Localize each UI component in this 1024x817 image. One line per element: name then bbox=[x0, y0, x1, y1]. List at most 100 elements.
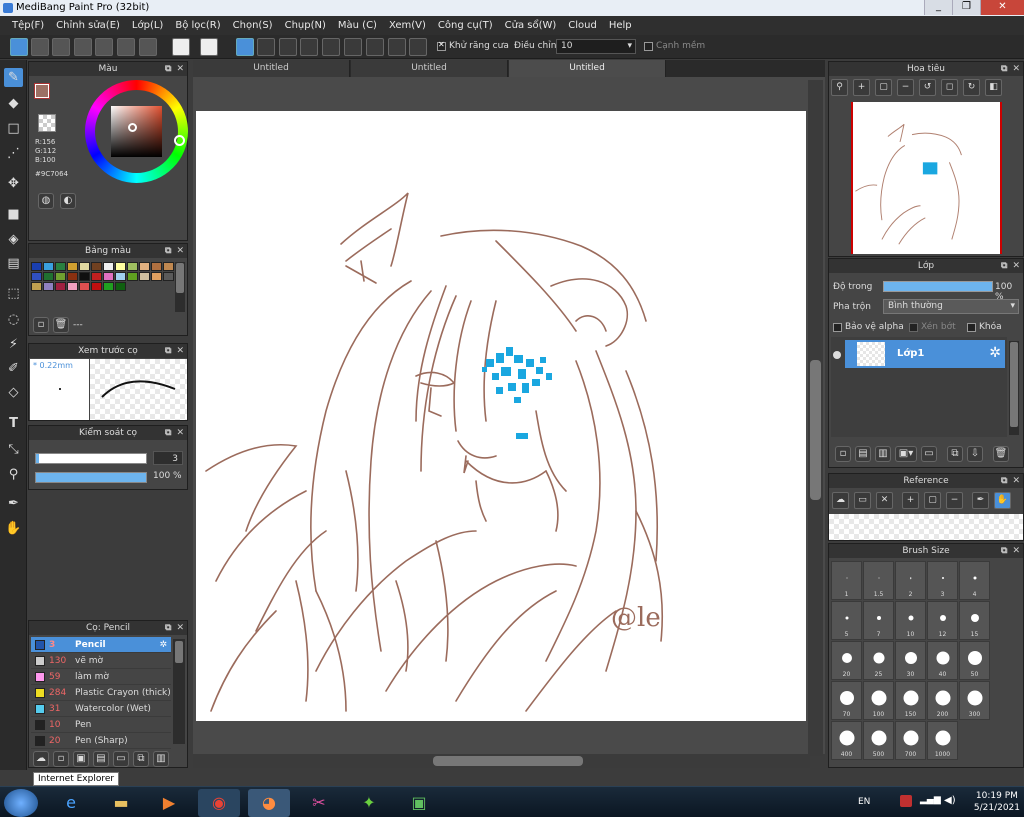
brush-size-option[interactable]: 700 bbox=[895, 721, 926, 760]
navigator-thumbnail[interactable] bbox=[851, 102, 1002, 254]
brush-size-option[interactable]: 70 bbox=[831, 681, 862, 720]
close-icon[interactable]: ✕ bbox=[1012, 546, 1020, 556]
hand-icon[interactable]: ✋ bbox=[994, 492, 1011, 509]
popout-icon[interactable]: ⧉ bbox=[1001, 546, 1007, 556]
layer-opacity-slider[interactable] bbox=[883, 281, 993, 292]
select-rect-icon[interactable]: ⬚ bbox=[4, 284, 23, 303]
drawing-canvas[interactable]: @le bbox=[196, 111, 806, 721]
snap-off-icon[interactable] bbox=[236, 38, 254, 56]
color-wheel[interactable] bbox=[85, 80, 188, 183]
undo-icon[interactable] bbox=[172, 38, 190, 56]
gear-icon[interactable]: ✲ bbox=[159, 640, 167, 650]
lasso-tool-icon[interactable]: ◌ bbox=[4, 310, 23, 329]
gear-icon[interactable]: ✲ bbox=[989, 345, 1001, 361]
protect-alpha-toggle[interactable]: Bảo vệ alpha bbox=[833, 322, 904, 332]
zoom-out-icon[interactable]: − bbox=[946, 492, 963, 509]
zoom-out-icon[interactable]: − bbox=[897, 79, 914, 96]
cloud-icon[interactable]: ☁ bbox=[832, 492, 849, 509]
palette-swatch[interactable] bbox=[127, 262, 138, 271]
palette-swatch[interactable] bbox=[55, 262, 66, 271]
smooth-edge-checkbox[interactable] bbox=[644, 41, 653, 51]
brush-size-option[interactable]: 15 bbox=[959, 601, 990, 640]
new-layer-icon[interactable]: ▫ bbox=[835, 446, 851, 462]
hand-tool-icon[interactable]: ✋ bbox=[4, 519, 23, 538]
menu-snap[interactable]: Chụp(N) bbox=[279, 20, 332, 31]
popout-icon[interactable]: ⧉ bbox=[1001, 476, 1007, 486]
file-explorer-icon[interactable]: ▬ bbox=[100, 789, 142, 817]
brush-size-option[interactable]: 150 bbox=[895, 681, 926, 720]
close-icon[interactable]: ✕ bbox=[1012, 261, 1020, 271]
minimize-button[interactable]: _ bbox=[924, 0, 952, 15]
popout-icon[interactable]: ⧉ bbox=[165, 623, 171, 633]
transparent-color-swatch[interactable] bbox=[38, 114, 56, 132]
merge-layer-icon[interactable]: ⇩ bbox=[967, 446, 983, 462]
dot-tool-icon[interactable]: ⋰ bbox=[4, 144, 23, 163]
palette-swatch[interactable] bbox=[103, 262, 114, 271]
tab-untitled-2[interactable]: Untitled bbox=[351, 60, 508, 77]
tab-untitled-3[interactable]: Untitled bbox=[509, 60, 666, 77]
brush-size-option[interactable]: 40 bbox=[927, 641, 958, 680]
eye-icon[interactable] bbox=[833, 351, 841, 359]
antialias-checkbox[interactable] bbox=[437, 40, 446, 51]
close-icon[interactable]: ✕ bbox=[176, 623, 184, 633]
circle-snap-icon[interactable] bbox=[344, 38, 362, 56]
rotate-left-icon[interactable]: ↺ bbox=[919, 79, 936, 96]
brush-size-option[interactable]: 200 bbox=[927, 681, 958, 720]
palette-swatch[interactable] bbox=[43, 282, 54, 291]
text-tool-icon[interactable]: T bbox=[4, 414, 23, 433]
grid-icon[interactable] bbox=[139, 38, 157, 56]
brush-list-item[interactable]: 284 Plastic Crayon (thick) bbox=[31, 685, 171, 701]
cloud-icon[interactable] bbox=[10, 38, 28, 56]
saturation-square[interactable] bbox=[111, 106, 162, 157]
radial-snap-icon[interactable] bbox=[322, 38, 340, 56]
app-icon[interactable]: ✦ bbox=[348, 789, 390, 817]
language-indicator[interactable]: EN bbox=[858, 797, 870, 807]
palette-swatch[interactable] bbox=[103, 282, 114, 291]
brush-size-option[interactable]: 25 bbox=[863, 641, 894, 680]
close-icon[interactable]: ✕ bbox=[176, 428, 184, 438]
trash-icon[interactable]: 🗑 bbox=[993, 446, 1009, 462]
volume-icon[interactable]: ◀) bbox=[944, 795, 956, 806]
palette-swatch[interactable] bbox=[91, 282, 102, 291]
brush-size-option[interactable]: 100 bbox=[863, 681, 894, 720]
brush-size-option[interactable]: 7 bbox=[863, 601, 894, 640]
palette-swatch[interactable] bbox=[115, 272, 126, 281]
brush-size-option[interactable]: 1.5 bbox=[863, 561, 894, 600]
brush-size-option[interactable]: 300 bbox=[959, 681, 990, 720]
open-folder-icon[interactable]: ▭ bbox=[854, 492, 871, 509]
add-layer-dropdown-icon[interactable]: ▣▾ bbox=[895, 446, 917, 462]
screen-tool-icon[interactable]: ▣ bbox=[398, 789, 440, 817]
adjust-select[interactable]: 10 ▾ bbox=[556, 39, 636, 54]
close-icon[interactable]: ✕ bbox=[1012, 476, 1020, 486]
brush-size-option[interactable]: 2 bbox=[895, 561, 926, 600]
brush-settings-icon[interactable]: ▤ bbox=[93, 751, 109, 767]
magic-wand-icon[interactable]: ⚡ bbox=[4, 335, 23, 354]
sv-picker[interactable] bbox=[128, 123, 137, 132]
brush-size-option[interactable]: 4 bbox=[959, 561, 990, 600]
vanishing-snap-icon[interactable] bbox=[300, 38, 318, 56]
brush-list-item[interactable]: 20 Pen (Sharp) bbox=[31, 733, 171, 749]
palette-swatch[interactable] bbox=[55, 272, 66, 281]
panel-icon[interactable] bbox=[117, 38, 135, 56]
duplicate-layer-icon[interactable]: ⧉ bbox=[947, 446, 963, 462]
duplicate-brush-icon[interactable]: ⧉ bbox=[133, 751, 149, 767]
antivirus-icon[interactable] bbox=[900, 795, 912, 807]
popout-icon[interactable]: ⧉ bbox=[1001, 64, 1007, 74]
brush-tool-icon[interactable]: ✎ bbox=[4, 68, 23, 87]
message-icon[interactable] bbox=[74, 38, 92, 56]
new-8bit-layer-icon[interactable]: ▥ bbox=[875, 446, 891, 462]
trash-icon[interactable]: 🗑 bbox=[53, 317, 69, 333]
palette-swatch[interactable] bbox=[151, 262, 162, 271]
move-tool-icon[interactable]: ✥ bbox=[4, 174, 23, 193]
color-mix-icon[interactable]: ◐ bbox=[60, 193, 76, 209]
palette-swatch[interactable] bbox=[79, 262, 90, 271]
palette-swatch[interactable] bbox=[115, 282, 126, 291]
new-brush-icon[interactable]: ▫ bbox=[53, 751, 69, 767]
rectangle-tool-icon[interactable]: □ bbox=[4, 119, 23, 138]
new-palette-icon[interactable]: ▫ bbox=[33, 317, 49, 333]
brush-size-option[interactable]: 1 bbox=[831, 561, 862, 600]
tab-untitled-1[interactable]: Untitled bbox=[193, 60, 350, 77]
fit-icon[interactable]: ▢ bbox=[924, 492, 941, 509]
palette-swatch[interactable] bbox=[67, 282, 78, 291]
palette-swatch[interactable] bbox=[163, 272, 174, 281]
